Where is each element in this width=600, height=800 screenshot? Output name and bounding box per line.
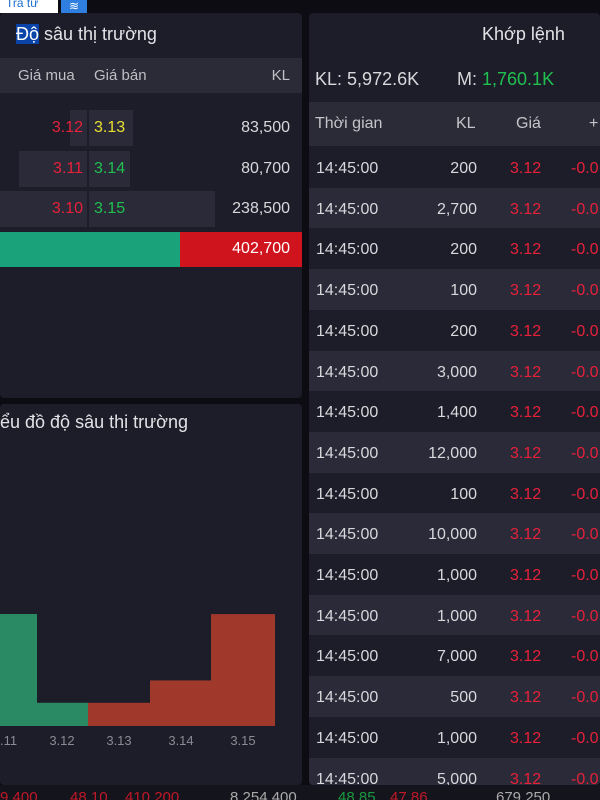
matched-row: 14:45:00 200 3.12 -0.0 — [309, 147, 600, 188]
ticker-value: 410,200 — [125, 789, 180, 800]
matched-row: 14:45:00 7,000 3.12 -0.0 — [309, 635, 600, 677]
depth-chart-panel: ểu đồ độ sâu thị trường 3.113.123.133.14… — [0, 404, 302, 785]
ask-bar — [211, 614, 275, 726]
x-tick-label: 3.11 — [0, 733, 17, 748]
tooltip: Trả tư — [0, 0, 58, 13]
bid-bar — [0, 614, 37, 726]
matched-row: 14:45:00 2,700 3.12 -0.0 — [309, 187, 600, 229]
ticker-value: 9,400 — [0, 789, 38, 800]
bottom-ticker-row: 9,400 48.10 410,200 8,254,400 48.85 47.86 679,… — [0, 785, 600, 800]
matched-row: 14:45:00 200 3.12 -0.0 — [309, 309, 600, 351]
x-tick-label: 3.13 — [106, 733, 131, 748]
depth-row: 3.12 3.13 83,500 — [0, 108, 302, 148]
header-ask: Giá bán — [94, 67, 147, 84]
buy-volume: 1,760.1K — [482, 69, 555, 89]
ask-price[interactable]: 3.14 — [94, 160, 125, 178]
ask-price[interactable]: 3.13 — [94, 119, 125, 137]
depth-row: 3.11 3.14 80,700 — [0, 149, 302, 189]
matched-row: 14:45:00 100 3.12 -0.0 — [309, 269, 600, 310]
matched-row: 14:45:00 5,000 3.12 -0.0 — [309, 757, 600, 785]
x-tick-label: 3.14 — [168, 733, 193, 748]
bid-price[interactable]: 3.12 — [52, 119, 83, 137]
volume: 80,700 — [241, 159, 290, 177]
x-tick-label: 3.12 — [49, 733, 74, 748]
ask-price[interactable]: 3.15 — [94, 200, 125, 218]
ticker-value: 48.10 — [70, 789, 108, 800]
matched-orders-panel: Khớp lệnh KL: 5,972.6K M: 1,760.1K Thời … — [309, 13, 600, 785]
ticker-value: 47.86 — [390, 789, 428, 800]
ticker-value: 8,254,400 — [230, 789, 297, 800]
matched-row: 14:45:00 100 3.12 -0.0 — [309, 472, 600, 514]
bid-price[interactable]: 3.11 — [53, 160, 83, 178]
depth-chart: 3.11 3.12 3.13 3.14 3.15 — [0, 614, 275, 748]
matched-row: 14:45:00 10,000 3.12 -0.0 — [309, 513, 600, 554]
bid-price[interactable]: 3.10 — [52, 200, 83, 218]
matched-row: 14:45:00 1,000 3.12 -0.0 — [309, 594, 600, 636]
bid-bar — [37, 702, 88, 726]
matched-row: 14:45:00 3,000 3.12 -0.0 — [309, 350, 600, 392]
panel-title: Độ sâu thị trường — [16, 24, 157, 44]
matched-row: 14:45:00 500 3.12 -0.0 — [309, 676, 600, 717]
panel-title: Khớp lệnh — [482, 24, 565, 44]
ask-bar — [88, 702, 150, 726]
matched-header: Thời gian KL Giá + — [309, 102, 600, 146]
total-volume: 5,972.6K — [347, 69, 420, 89]
depth-row: 3.10 3.15 238,500 — [0, 189, 302, 229]
matched-row: 14:45:00 200 3.12 -0.0 — [309, 228, 600, 270]
matched-row: 14:45:00 1,400 3.12 -0.0 — [309, 391, 600, 432]
x-tick-label: 3.15 — [230, 733, 255, 748]
matched-row: 14:45:00 1,000 3.12 -0.0 — [309, 716, 600, 758]
volume: 83,500 — [241, 119, 290, 136]
matched-row: 14:45:00 1,000 3.12 -0.0 — [309, 554, 600, 595]
ticker-value: 48.85 — [338, 789, 376, 800]
total-bar: 402,700 — [0, 232, 302, 267]
header-vol: KL — [271, 67, 290, 84]
market-depth-panel: Độ sâu thị trường Giá mua Giá bán KL 3.1… — [0, 13, 302, 398]
matched-row: 14:45:00 12,000 3.12 -0.0 — [309, 431, 600, 473]
volume: 238,500 — [232, 200, 290, 218]
ask-bar — [150, 680, 211, 726]
ticker-value: 679,250 — [496, 789, 551, 800]
depth-header: Giá mua Giá bán KL — [0, 58, 302, 93]
total-volume: 402,700 — [232, 240, 290, 257]
header-bid: Giá mua — [18, 67, 75, 84]
